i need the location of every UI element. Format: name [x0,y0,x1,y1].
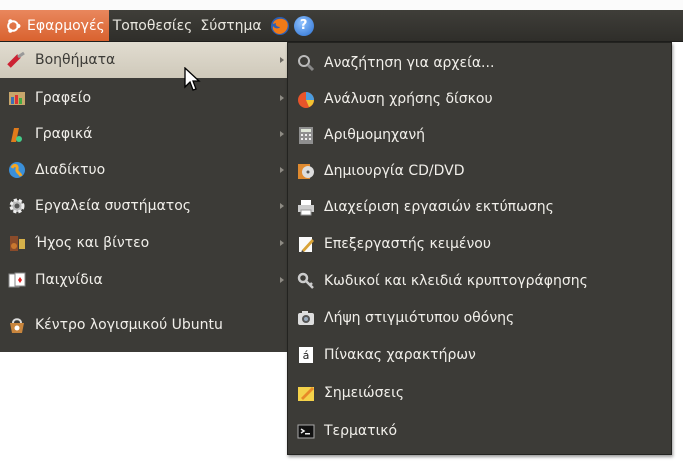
menu-item-label: Ήχος και βίντεο [35,235,150,251]
submenu-item-label: Κωδικοί και κλειδιά κρυπτογράφησης [324,273,588,289]
sound-video-icon [6,232,28,254]
submenu-item-label: Πίνακας χαρακτήρων [324,347,476,363]
menu-item-office[interactable]: Γραφείο [0,80,290,116]
office-icon [6,87,28,109]
software-center-icon [6,314,28,336]
submenu-item-label: Επεξεργαστής κειμένου [324,236,491,252]
notes-icon [295,382,317,404]
help-icon[interactable]: ? [293,15,314,36]
submenu-arrow-icon [280,203,284,209]
submenu-arrow-icon [280,131,284,137]
games-icon [6,269,28,291]
cd-dvd-icon [295,160,317,182]
accessories-submenu: Αναζήτηση για αρχεία... Ανάλυση χρήσης δ… [287,42,672,455]
top-panel: Εφαρμογές Τοποθεσίες Σύστημα ? [0,0,683,42]
mouse-pointer-icon [184,67,201,91]
submenu-item-notes[interactable]: Σημειώσεις [288,375,671,411]
graphics-icon [6,123,28,145]
places-menu-button[interactable]: Τοποθεσίες [109,10,197,41]
menu-item-software-center[interactable]: Κέντρο λογισμικού Ubuntu [0,307,290,343]
menu-item-label: Παιχνίδια [35,272,103,288]
ubuntu-logo-icon [7,18,21,33]
printer-icon [295,196,317,218]
firefox-icon[interactable] [270,16,290,36]
character-map-icon: á [295,344,317,366]
submenu-arrow-icon [280,57,284,63]
menu-item-label: Γραφείο [35,90,92,106]
submenu-item-character-map[interactable]: á Πίνακας χαρακτήρων [288,337,671,373]
submenu-arrow-icon [280,167,284,173]
submenu-item-label: Σημειώσεις [324,385,405,401]
menu-item-accessories[interactable]: Βοηθήματα [0,42,290,78]
screenshot-icon [295,307,317,329]
applications-menu: Βοηθήματα Γραφείο Γραφικά Διαδίκτυο Εργα… [0,42,293,352]
submenu-arrow-icon [280,240,284,246]
submenu-arrow-icon [280,277,284,283]
menu-item-sound-video[interactable]: Ήχος και βίντεο [0,225,290,261]
menu-item-label: Διαδίκτυο [35,162,106,178]
submenu-item-disk-usage[interactable]: Ανάλυση χρήσης δίσκου [288,81,671,117]
system-tools-icon [6,195,28,217]
places-menu-label: Τοποθεσίες [112,17,193,34]
menu-item-games[interactable]: Παιχνίδια [0,262,290,298]
text-editor-icon [295,233,317,255]
submenu-item-label: Αναζήτηση για αρχεία... [324,55,495,71]
terminal-icon [295,420,317,442]
applications-menu-button[interactable]: Εφαρμογές [0,10,109,41]
keys-icon [295,270,317,292]
system-menu-button[interactable]: Σύστημα [196,10,265,41]
menu-item-label: Κέντρο λογισμικού Ubuntu [35,317,223,333]
submenu-item-text-editor[interactable]: Επεξεργαστής κειμένου [288,226,671,262]
menu-item-label: Γραφικά [35,126,93,142]
panel-bar: Εφαρμογές Τοποθεσίες Σύστημα ? [0,10,683,42]
submenu-item-label: Δημιουργία CD/DVD [324,163,465,179]
disk-usage-icon [295,88,317,110]
internet-icon [6,159,28,181]
menu-item-internet[interactable]: Διαδίκτυο [0,152,290,188]
menu-item-label: Βοηθήματα [35,52,116,68]
submenu-item-label: Διαχείριση εργασιών εκτύπωσης [324,199,554,215]
submenu-item-label: Λήψη στιγμιότυπου οθόνης [324,310,515,326]
submenu-item-screenshot[interactable]: Λήψη στιγμιότυπου οθόνης [288,300,671,336]
submenu-item-calculator[interactable]: Αριθμομηχανή [288,117,671,153]
svg-text:á: á [303,349,310,362]
submenu-item-label: Αριθμομηχανή [324,127,426,143]
submenu-item-cd-dvd[interactable]: Δημιουργία CD/DVD [288,153,671,189]
menu-item-graphics[interactable]: Γραφικά [0,116,290,152]
submenu-arrow-icon [280,95,284,101]
accessories-icon [6,49,28,71]
menu-item-system-tools[interactable]: Εργαλεία συστήματος [0,188,290,224]
search-icon [295,52,317,74]
submenu-item-label: Τερματικό [324,423,398,439]
calculator-icon [295,124,317,146]
submenu-item-label: Ανάλυση χρήσης δίσκου [324,91,493,107]
system-menu-label: Σύστημα [200,17,262,34]
submenu-item-search-files[interactable]: Αναζήτηση για αρχεία... [288,45,671,81]
applications-menu-label: Εφαρμογές [27,17,105,34]
panel-menus: Εφαρμογές Τοποθεσίες Σύστημα [0,10,266,41]
submenu-item-print-manager[interactable]: Διαχείριση εργασιών εκτύπωσης [288,189,671,225]
submenu-item-passwords-keys[interactable]: Κωδικοί και κλειδιά κρυπτογράφησης [288,263,671,299]
menu-item-label: Εργαλεία συστήματος [35,198,192,214]
submenu-item-terminal[interactable]: Τερματικό [288,413,671,449]
